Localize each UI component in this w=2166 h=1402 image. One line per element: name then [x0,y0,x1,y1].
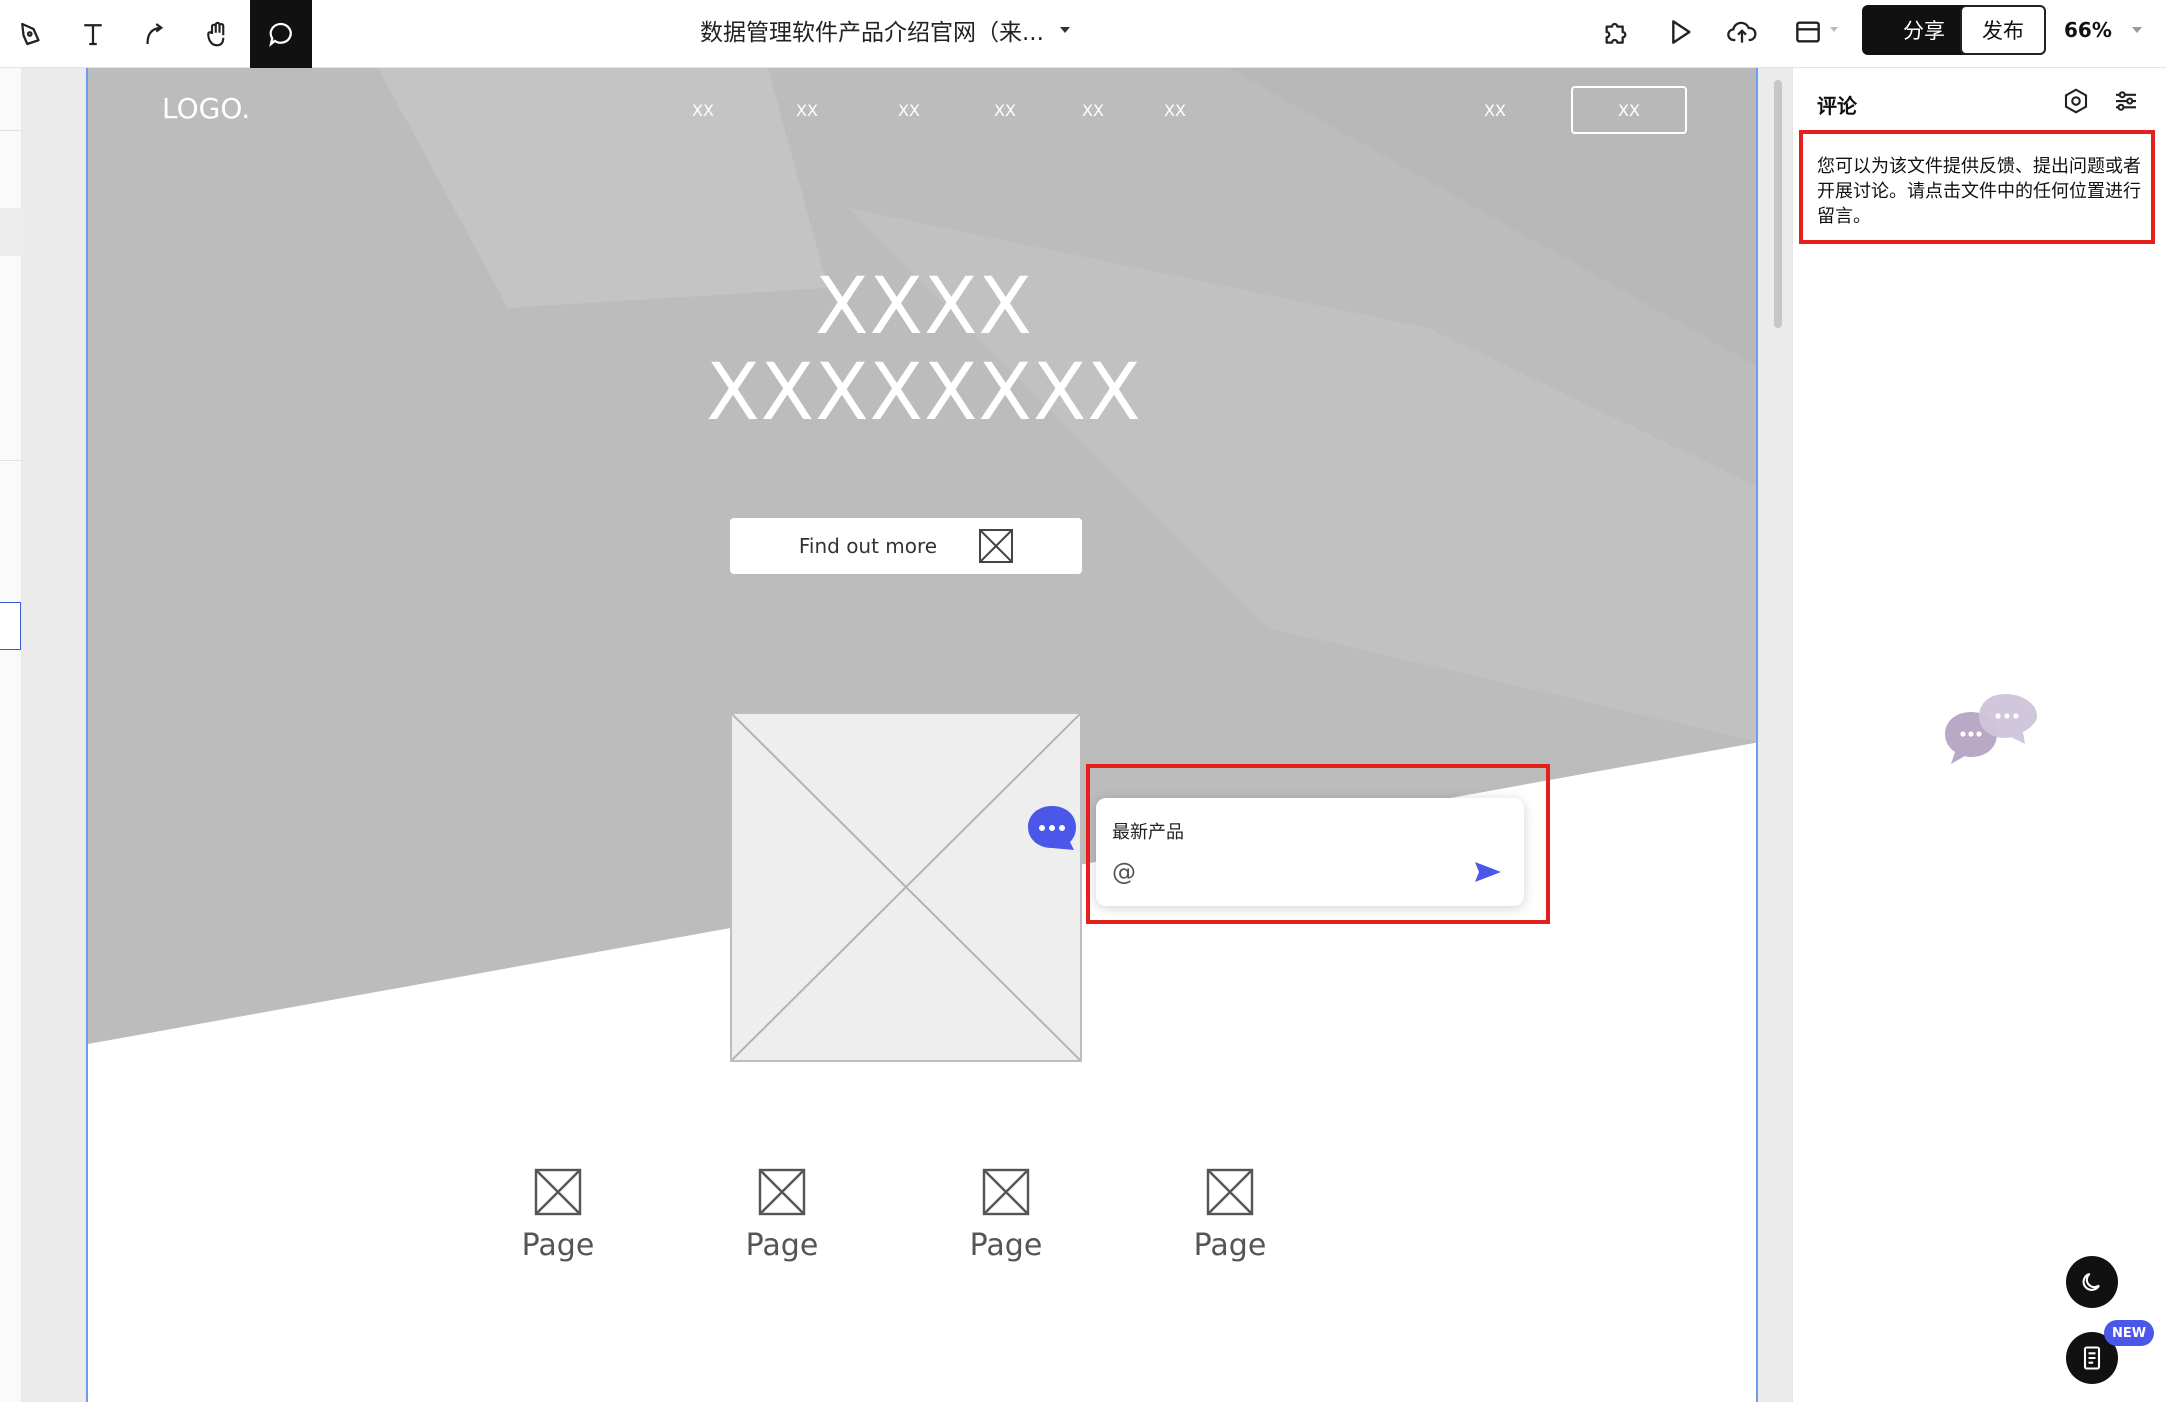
hero-title-line2: XXXXXXXX [706,348,1142,438]
layout-toggle-button[interactable] [1788,12,1828,52]
page-label: Page [745,1228,819,1263]
connector-icon [146,23,164,45]
zoom-value: 66% [2064,18,2112,42]
pen-icon [21,22,40,46]
logo-text: LOGO. [162,92,251,125]
nav-item-5[interactable]: XX [1082,101,1104,120]
page-link-4[interactable]: Page [1170,1168,1290,1263]
nav-item-2[interactable]: XX [796,101,818,120]
image-placeholder-icon [731,713,1081,1061]
page-label: Page [1193,1228,1267,1263]
page-link-2[interactable]: Page [722,1168,842,1263]
document-title: 数据管理软件产品介绍官网（来... [700,20,1044,46]
left-layers-edge [0,68,22,1402]
new-badge: NEW [2104,1320,2154,1346]
divider [0,130,22,131]
highlight-annotation-box [1799,130,2155,244]
hand-tool-button[interactable] [186,0,248,68]
image-placeholder-icon [1206,1168,1254,1216]
text-icon [84,24,102,46]
layer-row-focused[interactable] [0,602,21,650]
nav-item-right[interactable]: XX [1484,101,1506,120]
nav-item-1[interactable]: XX [692,101,714,120]
panel-title: 评论 [1817,94,1857,118]
product-image-placeholder [730,712,1082,1062]
filter-sliders-icon[interactable] [2111,86,2141,116]
play-icon [1672,20,1691,44]
empty-comments-illustration-icon [1945,694,2037,764]
image-placeholder-icon [982,1168,1030,1216]
puzzle-icon [1605,22,1627,44]
moon-icon [2082,1272,2100,1291]
hand-icon [207,21,225,47]
highlight-annotation-box [1086,764,1550,924]
text-tool-button[interactable] [62,0,124,68]
top-toolbar: 数据管理软件产品介绍官网（来... 分享 发布 66% [0,0,2166,68]
plugins-button[interactable] [1596,12,1636,52]
preview-play-button[interactable] [1660,12,1700,52]
settings-hexagon-icon[interactable] [2061,86,2091,116]
image-placeholder-icon [979,529,1014,563]
dark-mode-button[interactable] [2066,1256,2118,1308]
upload-cloud-button[interactable] [1722,12,1762,52]
document-title-dropdown[interactable]: 数据管理软件产品介绍官网（来... [700,0,1070,60]
page-label: Page [521,1228,595,1263]
cloud-upload-icon [1727,21,1757,43]
find-out-more-label: Find out more [798,534,938,558]
layer-row-selected[interactable] [0,208,22,256]
artboard-frame[interactable]: LOGO. XX XX XX XX XX XX XX XX XXXX XXXXX… [86,68,1758,1402]
comment-pin-icon[interactable] [1026,804,1078,852]
chevron-down-icon [2132,27,2142,33]
divider [0,460,22,461]
page-link-1[interactable]: Page [498,1168,618,1263]
hero-title-line1: XXXX [815,262,1033,352]
nav-item-3[interactable]: XX [898,101,920,120]
canvas-scrollbar[interactable] [1774,80,1782,328]
comment-bubble-icon [269,22,292,47]
document-icon [2083,1346,2101,1370]
pen-tool-button[interactable] [0,0,62,68]
find-out-more-button[interactable]: Find out more [730,518,1082,574]
chevron-down-icon [1830,27,1838,32]
nav-item-4[interactable]: XX [994,101,1016,120]
comment-tool-button[interactable] [250,0,312,68]
page-label: Page [969,1228,1043,1263]
zoom-level-dropdown[interactable]: 66% [2064,0,2112,60]
image-placeholder-icon [534,1168,582,1216]
nav-outline-button[interactable]: XX [1571,86,1687,134]
page-link-3[interactable]: Page [946,1168,1066,1263]
image-placeholder-icon [758,1168,806,1216]
comments-panel: 评论 您可以为该文件提供反馈、提出问题或者开展讨论。请点击文件中的任何位置进行留… [1792,68,2166,1402]
layout-panel-icon [1796,21,1820,43]
nav-item-6[interactable]: XX [1164,101,1186,120]
publish-button[interactable]: 发布 [1960,5,2046,55]
chevron-down-icon [1059,27,1070,33]
connector-tool-button[interactable] [124,0,186,68]
